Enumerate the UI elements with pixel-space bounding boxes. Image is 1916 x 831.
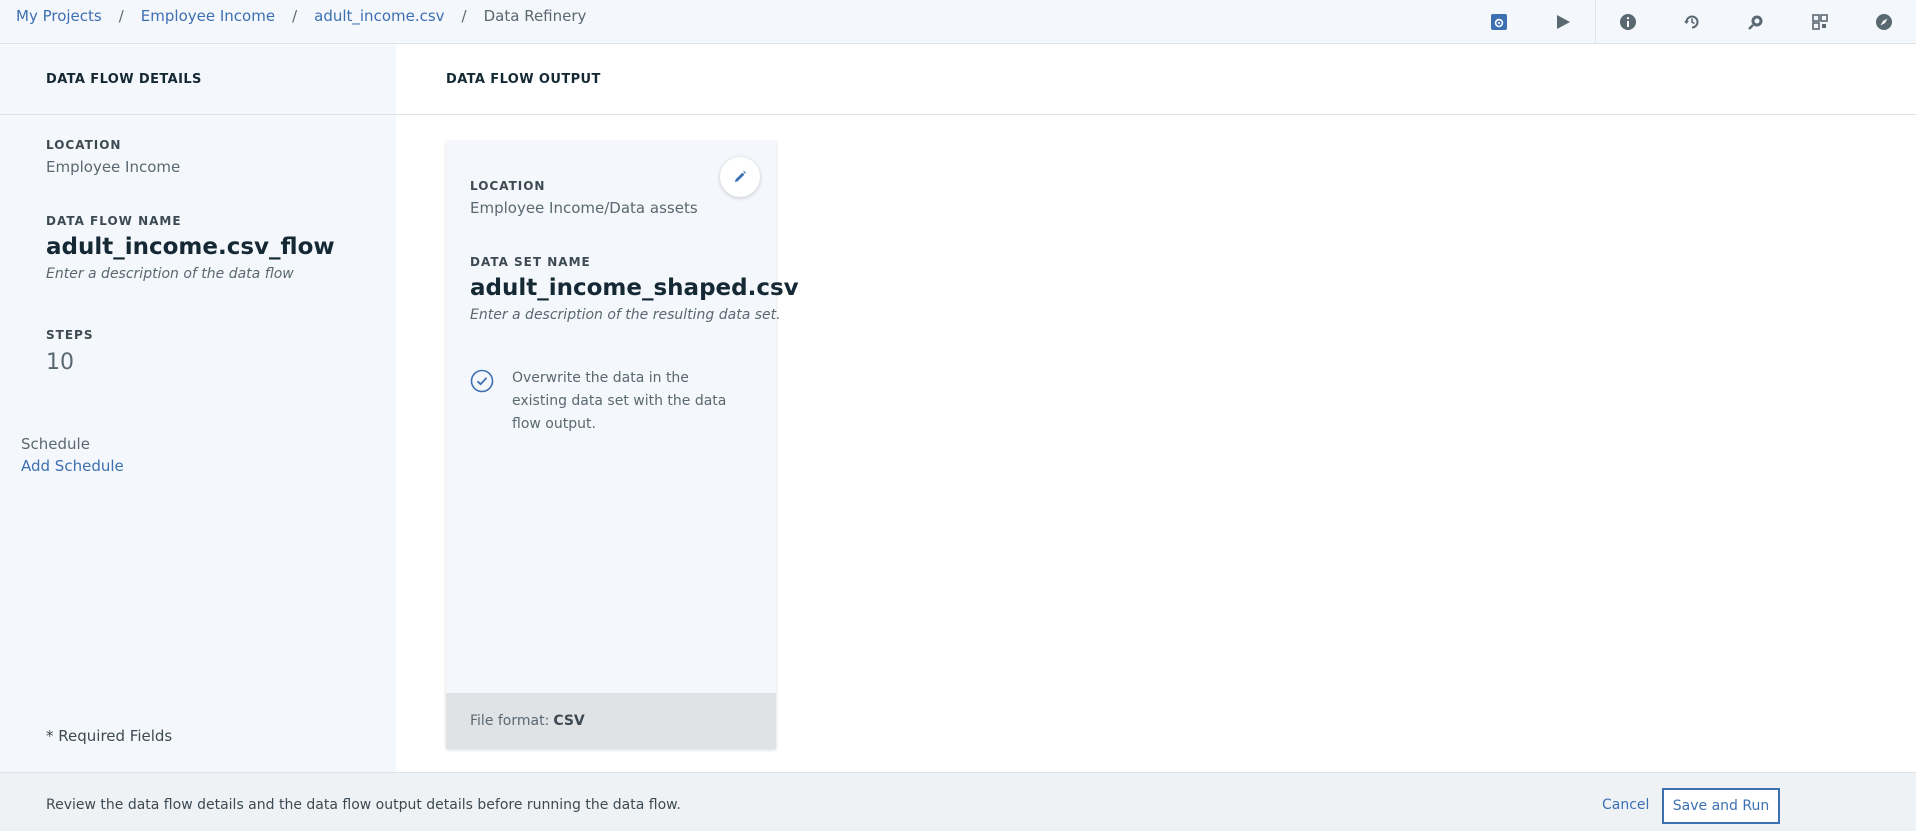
settings-icon	[1491, 14, 1507, 30]
breadcrumb-adult-income-csv[interactable]: adult_income.csv	[314, 7, 444, 25]
dataset-name-value: adult_income_shaped.csv	[470, 275, 799, 301]
dataset-name-label: DATA SET NAME	[470, 255, 591, 269]
data-flow-output-header: DATA FLOW OUTPUT	[396, 44, 1916, 115]
flow-name-value[interactable]: adult_income.csv_flow	[46, 234, 335, 260]
search-replace-icon	[1748, 15, 1763, 30]
info-icon	[1620, 14, 1636, 30]
data-flow-details-header: DATA FLOW DETAILS	[0, 44, 396, 115]
pencil-icon	[735, 171, 746, 182]
required-fields-note: * Required Fields	[46, 727, 173, 745]
output-location-value: Employee Income/Data assets	[470, 199, 698, 217]
bottom-bar: Review the data flow details and the dat…	[0, 772, 1916, 831]
details-steps-group: STEPS 10	[46, 328, 93, 375]
breadcrumb-separator: /	[461, 6, 467, 25]
edit-output-button[interactable]	[720, 157, 760, 197]
output-location-label: LOCATION	[470, 179, 546, 193]
overwrite-text: Overwrite the data in the existing data …	[512, 370, 727, 432]
run-icon	[1557, 15, 1570, 29]
schedule-group: Schedule Add Schedule	[21, 435, 124, 475]
details-location-label: LOCATION	[46, 138, 122, 152]
output-location-group: LOCATION Employee Income/Data assets	[470, 179, 698, 217]
breadcrumb-separator: /	[118, 6, 124, 25]
flow-description-field[interactable]: Enter a description of the data flow	[46, 266, 335, 282]
steps-label: STEPS	[46, 328, 94, 342]
output-card: LOCATION Employee Income/Data assets DAT…	[446, 141, 799, 749]
details-location-value: Employee Income	[46, 158, 181, 176]
run-button[interactable]	[1531, 0, 1595, 44]
search-replace-button[interactable]	[1724, 0, 1788, 44]
review-message: Review the data flow details and the dat…	[46, 797, 681, 813]
schedule-button[interactable]	[1660, 0, 1724, 44]
breadcrumb-current: Data Refinery	[483, 6, 587, 25]
top-bar: My Projects / Employee Income / adult_in…	[0, 0, 1916, 44]
breadcrumb: My Projects / Employee Income / adult_in…	[0, 0, 586, 38]
cancel-button[interactable]: Cancel	[1602, 797, 1649, 813]
file-format-label: File format:	[470, 713, 550, 729]
add-schedule-link[interactable]: Add Schedule	[21, 457, 124, 475]
settings-button[interactable]	[1467, 0, 1531, 44]
data-flow-details-panel: DATA FLOW DETAILS LOCATION Employee Inco…	[0, 44, 396, 772]
flow-name-label: DATA FLOW NAME	[46, 214, 182, 228]
steps-value: 10	[46, 350, 74, 375]
breadcrumb-employee-income[interactable]: Employee Income	[141, 7, 275, 25]
info-button[interactable]	[1596, 0, 1660, 44]
output-dataset-group: DATA SET NAME adult_income_shaped.csv En…	[470, 255, 799, 323]
grid-button[interactable]	[1788, 0, 1852, 44]
schedule-icon	[1684, 15, 1699, 29]
compass-icon	[1876, 14, 1892, 30]
breadcrumb-separator: /	[292, 6, 298, 25]
save-and-run-button[interactable]: Save and Run	[1662, 788, 1780, 824]
details-flow-name-group: DATA FLOW NAME adult_income.csv_flow Ent…	[46, 214, 335, 282]
grid-icon	[1812, 14, 1828, 30]
details-location-group: LOCATION Employee Income	[46, 138, 180, 176]
breadcrumb-my-projects[interactable]: My Projects	[16, 7, 102, 25]
file-format-footer: File format: CSV	[446, 693, 776, 749]
schedule-label: Schedule	[21, 435, 90, 453]
dataset-description-field: Enter a description of the resulting dat…	[470, 307, 781, 323]
toolbar	[1467, 0, 1916, 44]
checkmark-circle-icon	[470, 369, 494, 393]
compass-button[interactable]	[1852, 0, 1916, 44]
file-format-value: CSV	[553, 713, 585, 729]
overwrite-option: Overwrite the data in the existing data …	[470, 367, 742, 436]
